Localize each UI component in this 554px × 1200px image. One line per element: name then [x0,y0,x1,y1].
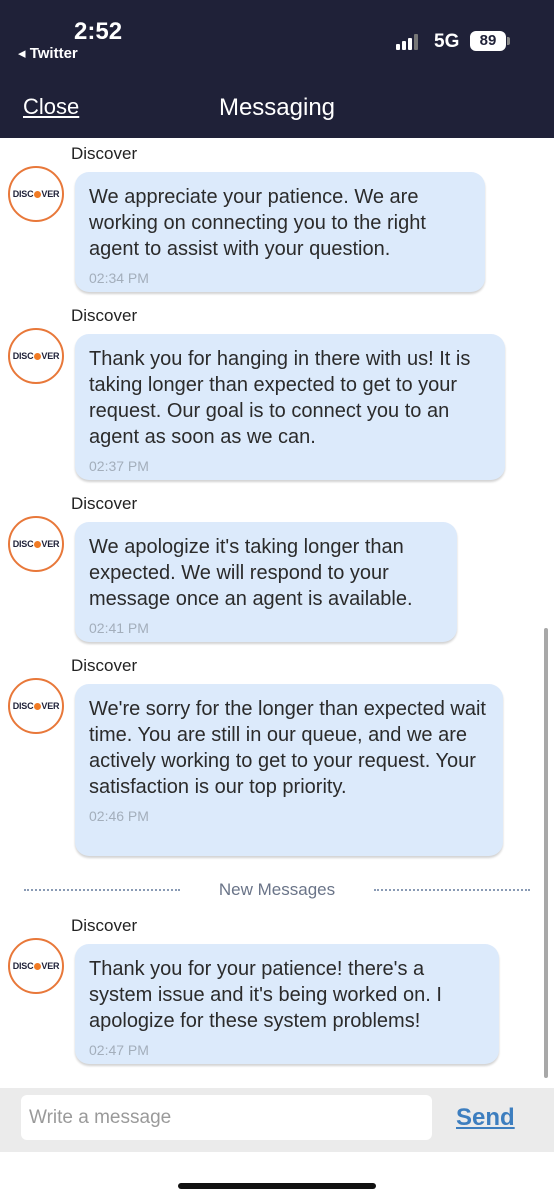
message-timestamp: 02:41 PM [89,620,149,636]
network-type: 5G [434,31,460,52]
message-text: We're sorry for the longer than expected… [89,698,486,798]
message-feed[interactable]: Discover DISC VER We appreciate your pati… [0,138,554,1088]
discover-avatar-icon: DISC VER [8,678,64,734]
message-timestamp: 02:37 PM [89,458,149,474]
battery-icon: 89 [470,31,506,51]
message-bubble: Thank you for your patience! there's a s… [75,944,499,1064]
sender-name: Discover [71,656,138,675]
message-text: Thank you for hanging in there with us! … [89,348,471,448]
message-composer: Send [0,1088,554,1152]
sender-name: Discover [71,494,138,513]
sender-name: Discover [71,916,138,935]
signal-icon [396,34,422,50]
new-messages-divider: New Messages [0,878,554,902]
message-text: Thank you for your patience! there's a s… [89,958,442,1032]
message-text: We apologize it's taking longer than exp… [89,536,413,610]
sender-name: Discover [71,144,138,163]
home-indicator[interactable] [178,1183,376,1189]
message-text: We appreciate your patience. We are work… [89,186,426,260]
message-timestamp: 02:46 PM [89,808,149,824]
scrollbar[interactable] [544,628,548,1078]
divider-dots-right [374,889,530,891]
discover-avatar-icon: DISC VER [8,516,64,572]
message-input[interactable] [21,1095,432,1140]
discover-avatar-icon: DISC VER [8,166,64,222]
message-bubble: We appreciate your patience. We are work… [75,172,485,292]
message-timestamp: 02:34 PM [89,270,149,286]
home-indicator-area [0,1152,554,1200]
status-time: 2:52 [74,18,123,45]
page-title: Messaging [218,94,336,121]
message-bubble: We're sorry for the longer than expected… [75,684,503,856]
sender-name: Discover [71,306,138,325]
message-timestamp: 02:47 PM [89,1042,149,1058]
discover-avatar-icon: DISC VER [8,938,64,994]
message-bubble: Thank you for hanging in there with us! … [75,334,505,480]
app-header: 2:52 ◂ Twitter 5G 89 Close Messaging [0,0,554,138]
message-bubble: We apologize it's taking longer than exp… [75,522,457,642]
back-to-app-link[interactable]: ◂ Twitter [18,44,78,62]
send-button[interactable]: Send [456,1104,515,1132]
discover-avatar-icon: DISC VER [8,328,64,384]
battery-tip [507,37,510,45]
